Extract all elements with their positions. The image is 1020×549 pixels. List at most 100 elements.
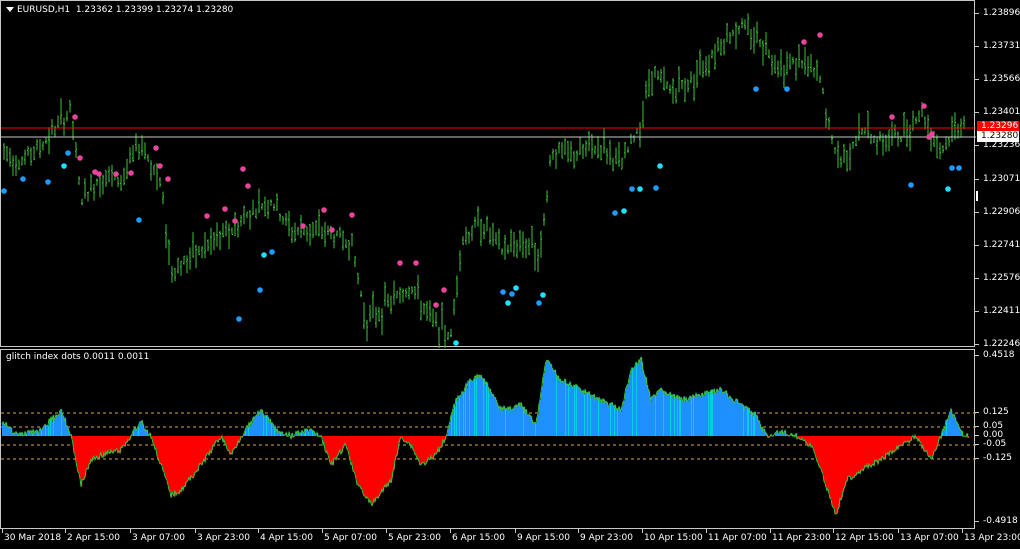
time-axis-label: 12 Apr 15:00 bbox=[835, 533, 894, 543]
price-chart-canvas bbox=[1, 13, 976, 348]
signal-dot-blue bbox=[269, 249, 275, 255]
signal-dot-pink bbox=[817, 32, 823, 38]
time-axis[interactable]: 30 Mar 2018 2 Apr 15:00 3 Apr 07:00 3 Apr 2… bbox=[0, 529, 1020, 549]
price-axis-tick bbox=[975, 46, 979, 48]
indicator-label: glitch index dots 0.0011 0.0011 bbox=[6, 352, 150, 362]
price-axis-tick bbox=[975, 344, 979, 345]
time-axis-label: 2 Apr 15:00 bbox=[67, 533, 120, 543]
chart-shift-marker[interactable] bbox=[976, 191, 978, 201]
price-axis-tick bbox=[975, 211, 979, 213]
price-axis-tick bbox=[975, 277, 979, 279]
time-axis-tick bbox=[450, 529, 451, 533]
time-axis-label: 11 Apr 23:00 bbox=[772, 533, 831, 543]
signal-dot-cyan bbox=[505, 300, 511, 306]
price-axis[interactable]: 1.23896 1.23731 1.23566 1.23401 1.23236 1.230… bbox=[975, 0, 1020, 349]
signal-dot-cyan bbox=[945, 186, 951, 192]
signal-dot-blue bbox=[65, 150, 71, 156]
time-axis-tick bbox=[833, 529, 834, 533]
time-axis-label: 9 Apr 15:00 bbox=[517, 533, 570, 543]
indicator-pane[interactable]: glitch index dots 0.0011 0.0011 bbox=[0, 349, 976, 529]
signal-dot-blue bbox=[753, 86, 759, 92]
time-axis-tick bbox=[515, 529, 516, 533]
time-axis-tick bbox=[130, 529, 131, 533]
signal-dots bbox=[1, 32, 962, 346]
signal-dot-blue bbox=[500, 289, 506, 295]
time-axis-tick bbox=[258, 529, 259, 533]
signal-dot-blue bbox=[536, 300, 542, 306]
symbol-label-text: EURUSD,H1 1.23362 1.23399 1.23274 1.2328… bbox=[17, 5, 234, 15]
signal-dot-pink bbox=[349, 212, 355, 218]
indicator-axis-tick bbox=[975, 521, 979, 522]
signal-dot-pink bbox=[801, 39, 807, 45]
time-axis-label: 13 Apr 23:00 bbox=[964, 533, 1020, 543]
time-axis-label: 4 Apr 15:00 bbox=[260, 533, 313, 543]
time-axis-label: 10 Apr 15:00 bbox=[644, 533, 703, 543]
time-axis-tick bbox=[386, 529, 387, 533]
bid-price-tag: 1.23280 bbox=[977, 131, 1019, 142]
signal-dot-pink bbox=[240, 166, 246, 172]
signal-dot-blue bbox=[908, 182, 914, 188]
time-axis-tick bbox=[642, 529, 643, 533]
indicator-axis-label: -0.4918 bbox=[983, 516, 1018, 526]
price-axis-tick bbox=[975, 310, 979, 312]
price-axis-label: 1.22741 bbox=[983, 239, 1020, 250]
time-axis-label: 11 Apr 07:00 bbox=[708, 533, 767, 543]
indicator-axis-tick bbox=[975, 458, 979, 459]
time-axis-tick bbox=[2, 529, 3, 533]
time-axis-tick bbox=[195, 529, 196, 533]
signal-dot-cyan bbox=[657, 163, 663, 169]
time-axis-label: 3 Apr 23:00 bbox=[197, 533, 250, 543]
signal-dot-blue bbox=[653, 185, 659, 191]
signal-dot-cyan bbox=[513, 285, 519, 291]
price-chart-pane[interactable]: EURUSD,H1 1.23362 1.23399 1.23274 1.2328… bbox=[0, 0, 976, 348]
signal-dot-pink bbox=[929, 131, 935, 137]
signal-dot-pink bbox=[321, 207, 327, 213]
signal-dot-pink bbox=[329, 227, 335, 233]
indicator-axis[interactable]: 0.4518 0.125 0.05 0.00 -0.05 -0.125 -0.4918 bbox=[975, 349, 1020, 529]
signal-dot-blue bbox=[236, 316, 242, 322]
signal-dot-blue bbox=[612, 210, 618, 216]
signal-dot-pink bbox=[153, 145, 159, 151]
indicator-axis-tick bbox=[975, 435, 979, 436]
time-axis-tick bbox=[65, 529, 66, 533]
indicator-axis-tick bbox=[975, 444, 979, 445]
signal-dot-pink bbox=[889, 114, 895, 120]
signal-dot-pink bbox=[128, 170, 134, 176]
price-axis-label: 1.22906 bbox=[983, 206, 1020, 217]
signal-dot-blue bbox=[949, 165, 955, 171]
signal-dot-pink bbox=[77, 155, 83, 161]
signal-dot-blue bbox=[20, 176, 26, 182]
symbol-info-label: EURUSD,H1 1.23362 1.23399 1.23274 1.2328… bbox=[6, 5, 233, 15]
price-axis-label: 1.23731 bbox=[983, 41, 1020, 52]
signal-dot-cyan bbox=[621, 208, 627, 214]
time-axis-label: 13 Apr 07:00 bbox=[900, 533, 959, 543]
time-axis-label: 6 Apr 15:00 bbox=[452, 533, 505, 543]
time-axis-tick bbox=[770, 529, 771, 533]
signal-dot-blue bbox=[136, 217, 142, 223]
price-axis-tick bbox=[975, 13, 979, 14]
signal-dot-cyan bbox=[540, 292, 546, 298]
time-axis-label: 3 Apr 07:00 bbox=[132, 533, 185, 543]
signal-dot-pink bbox=[300, 223, 306, 229]
signal-dot-pink bbox=[441, 287, 447, 293]
indicator-axis-tick bbox=[975, 355, 979, 356]
signal-dot-pink bbox=[397, 260, 403, 266]
price-axis-tick bbox=[975, 178, 979, 180]
indicator-histogram bbox=[2, 357, 970, 514]
price-axis-tick bbox=[975, 79, 979, 81]
time-axis-tick bbox=[706, 529, 707, 533]
time-axis-tick bbox=[898, 529, 899, 533]
signal-dot-cyan bbox=[453, 340, 459, 346]
price-axis-label: 1.22246 bbox=[983, 339, 1020, 349]
indicator-canvas bbox=[1, 356, 976, 515]
signal-dot-pink bbox=[921, 103, 927, 109]
signal-dot-pink bbox=[165, 176, 171, 182]
signal-dot-cyan bbox=[637, 186, 643, 192]
dropdown-triangle-icon[interactable] bbox=[6, 7, 14, 12]
time-axis-label: 5 Apr 07:00 bbox=[324, 533, 377, 543]
signal-dot-cyan bbox=[61, 163, 67, 169]
price-bars bbox=[3, 13, 965, 348]
signal-dot-pink bbox=[204, 213, 210, 219]
signal-dot-blue bbox=[629, 186, 635, 192]
signal-dot-blue bbox=[45, 179, 51, 185]
